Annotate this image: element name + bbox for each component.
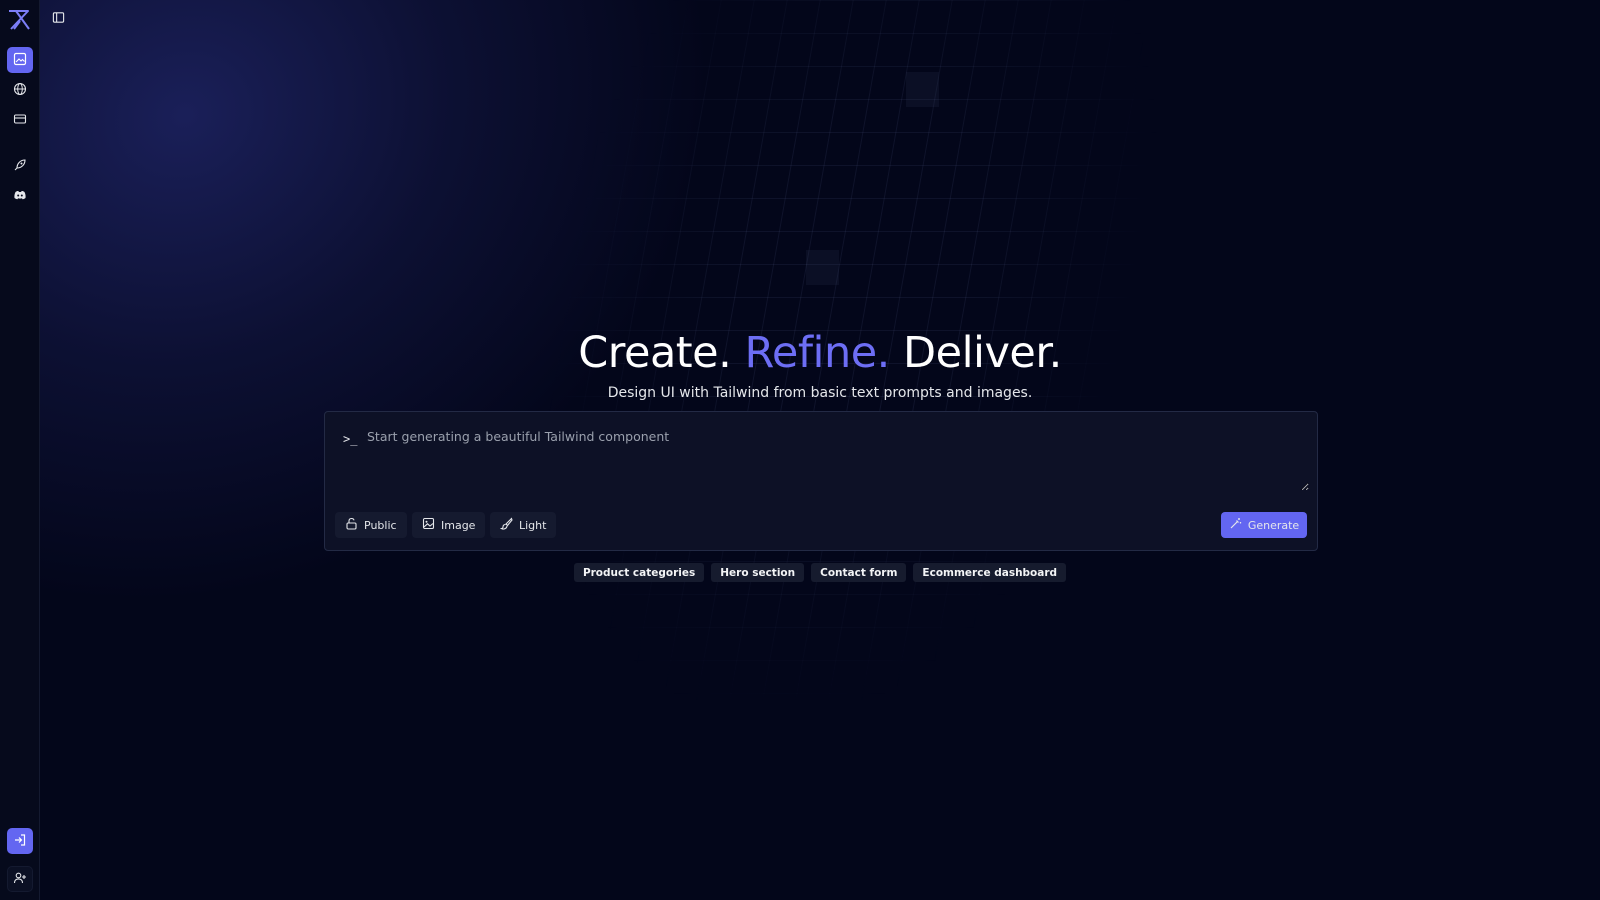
- grid-tile: [806, 250, 839, 285]
- sidebar-item-changelog[interactable]: [7, 153, 33, 179]
- hero-subtitle: Design UI with Tailwind from basic text …: [607, 385, 1033, 401]
- login-button[interactable]: [7, 828, 33, 854]
- sidebar-item-billing[interactable]: [7, 107, 33, 133]
- generate-button[interactable]: Generate: [1221, 512, 1307, 538]
- lock-open-icon: [345, 517, 358, 533]
- wand-icon: [1229, 517, 1242, 533]
- app-root: Create. Refine. Deliver. Design UI with …: [0, 0, 1600, 900]
- hero-title-refine: Refine.: [744, 328, 890, 378]
- visibility-label: Public: [364, 518, 397, 532]
- prompt-input[interactable]: [365, 427, 1309, 491]
- sidebar-item-generate[interactable]: [7, 47, 33, 73]
- paintbrush-icon: [499, 517, 513, 533]
- visibility-button[interactable]: Public: [335, 512, 407, 538]
- hero-title-deliver: Deliver.: [903, 328, 1062, 378]
- theme-button[interactable]: Light: [490, 512, 557, 538]
- terminal-icon: >_: [343, 432, 358, 446]
- prompt-box: >_ Public Image Light Generate: [324, 411, 1318, 551]
- signup-button[interactable]: [7, 866, 33, 892]
- suggestion-chip[interactable]: Hero section: [711, 563, 805, 582]
- globe-icon: [13, 81, 27, 100]
- hero-section: Create. Refine. Deliver. Design UI with …: [0, 325, 1600, 401]
- grid-tile: [906, 72, 939, 107]
- suggestion-chip[interactable]: Ecommerce dashboard: [913, 563, 1067, 582]
- hero-title: Create. Refine. Deliver.: [0, 325, 1600, 381]
- sidebar-item-discord[interactable]: [7, 183, 33, 209]
- credit-card-icon: [13, 111, 27, 130]
- image-label: Image: [441, 518, 476, 532]
- theme-label: Light: [519, 518, 547, 532]
- suggestion-chip[interactable]: Product categories: [573, 563, 705, 582]
- sidebar-item-explore[interactable]: [7, 77, 33, 103]
- panel-left-icon: [52, 9, 65, 28]
- image-icon: [422, 517, 435, 533]
- suggestions: Product categories Hero section Contact …: [0, 563, 1600, 582]
- rocket-icon: [13, 157, 27, 176]
- sign-in-icon: [13, 832, 27, 851]
- logo-icon[interactable]: [7, 9, 32, 31]
- user-plus-icon: [13, 870, 27, 889]
- generate-label: Generate: [1247, 518, 1300, 532]
- image-upload-button[interactable]: Image: [412, 512, 486, 538]
- sidebar: [0, 0, 40, 900]
- suggestion-chip[interactable]: Contact form: [811, 563, 907, 582]
- discord-icon: [13, 187, 27, 206]
- image-icon: [13, 51, 27, 70]
- sidebar-toggle-button[interactable]: [50, 10, 66, 26]
- hero-title-create: Create.: [578, 328, 732, 378]
